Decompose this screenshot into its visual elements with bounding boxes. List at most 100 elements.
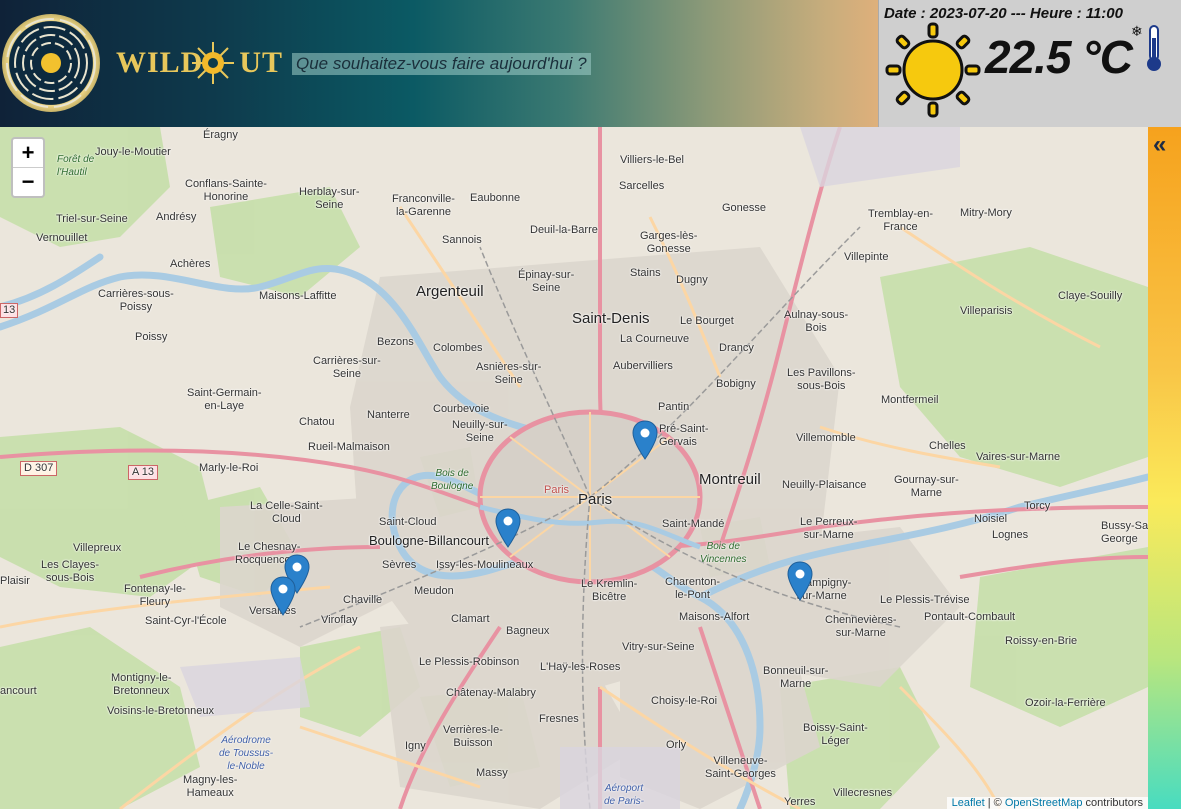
place-label: Paris — [544, 484, 570, 496]
place-label: Aéroport de Paris- — [604, 783, 645, 807]
place-label: Le Plessis-Trévise — [880, 594, 970, 606]
place-label: Bois de Boulogne — [431, 468, 474, 492]
place-label: Viroflay — [321, 614, 358, 626]
place-label: Le Kremlin- Bicêtre — [581, 578, 638, 603]
place-label: Jouy-le-Moutier — [95, 146, 171, 158]
place-label: Montigny-le- Bretonneux — [111, 672, 172, 697]
collapse-panel-icon[interactable]: « — [1153, 131, 1166, 159]
place-label: Gournay-sur- Marne — [894, 474, 959, 499]
place-label: Sèvres — [382, 559, 417, 571]
place-label: Gonesse — [722, 202, 767, 214]
place-label: Yerres — [784, 796, 816, 808]
place-label: Forêt de l'Hautil — [57, 154, 95, 178]
place-label: Éragny — [203, 129, 238, 141]
place-label: Paris — [578, 491, 613, 508]
place-label: Saint-Cyr-l'École — [145, 615, 227, 627]
place-label: Clamart — [451, 613, 490, 625]
map-marker[interactable] — [632, 420, 658, 460]
place-label: Villeparisis — [960, 305, 1013, 317]
place-label: La Celle-Saint- Cloud — [250, 500, 323, 525]
place-label: Courbevoie — [433, 403, 490, 415]
place-label: Magny-les- Hameaux — [183, 774, 238, 799]
logo-emblem-icon — [6, 18, 96, 108]
place-label: Verrières-le- Buisson — [443, 724, 503, 749]
place-label: Triel-sur-Seine — [56, 213, 128, 225]
place-label: Fresnes — [539, 713, 579, 725]
place-label: Châtenay-Malabry — [446, 687, 536, 699]
place-label: Maisons-Alfort — [679, 611, 750, 623]
place-label: Roissy-en-Brie — [1005, 635, 1078, 647]
map-marker[interactable] — [270, 576, 296, 616]
place-label: Neuilly-sur- Seine — [452, 419, 508, 444]
brand-sun-icon — [192, 42, 234, 84]
place-label: Villiers-le-Bel — [620, 154, 684, 166]
zoom-out-button[interactable]: − — [13, 167, 43, 196]
place-label: Bezons — [377, 336, 414, 348]
place-label: Le Bourget — [680, 315, 734, 327]
place-label: Saint-Mandé — [662, 518, 725, 530]
place-label: Garges-lès- Gonesse — [640, 230, 698, 255]
road-label: D 307 — [20, 461, 58, 476]
place-label: Deuil-la-Barre — [530, 224, 598, 236]
map-marker[interactable] — [495, 508, 521, 548]
place-label: Fontenay-le- Fleury — [124, 583, 186, 608]
place-label: Torcy — [1024, 500, 1051, 512]
place-label: Villepinte — [844, 251, 889, 263]
place-label: Marly-le-Roi — [199, 462, 259, 474]
place-label: Montreuil — [699, 471, 761, 488]
place-label: Plaisir — [0, 575, 30, 587]
place-label: Montfermeil — [881, 394, 939, 406]
place-label: L'Haÿ-les-Roses — [540, 661, 621, 673]
weather-widget: Date : 2023-07-20 --- Heure : 11:00 22.5… — [878, 0, 1181, 127]
place-label: Charenton- le-Pont — [665, 576, 721, 601]
place-label: Saint-Denis — [572, 310, 650, 327]
place-label: Eaubonne — [470, 192, 521, 204]
place-label: Les Pavillons- sous-Bois — [787, 367, 856, 392]
place-label: Bonneuil-sur- Marne — [763, 665, 829, 690]
place-label: Pré-Saint- Gervais — [659, 423, 709, 448]
map-attribution: Leaflet | © OpenStreetMap contributors — [946, 797, 1148, 809]
place-label: Colombes — [433, 342, 483, 354]
place-label: Rueil-Malmaison — [308, 441, 390, 453]
place-label: Carrières-sur- Seine — [313, 355, 381, 380]
place-label: Maisons-Laffitte — [259, 290, 337, 302]
place-label: Massy — [476, 767, 508, 779]
place-label: Issy-les-Moulineaux — [436, 559, 534, 571]
map-view[interactable]: + − D 307 A 13 13 Éragny Jouy-le-Moutier… — [0, 127, 1148, 809]
place-label: Aubervilliers — [613, 360, 673, 372]
place-label: Vaires-sur-Marne — [976, 451, 1061, 463]
place-label: Aérodrome de Toussus- le-Noble — [219, 735, 274, 772]
place-label: Vitry-sur-Seine — [622, 641, 695, 653]
place-label: Épinay-sur- Seine — [518, 269, 575, 294]
place-label: Lognes — [992, 529, 1029, 541]
place-label: Dugny — [676, 274, 708, 286]
place-label: Saint-Cloud — [379, 516, 437, 528]
leaflet-link[interactable]: Leaflet — [952, 797, 985, 809]
place-label: Neuilly-Plaisance — [782, 479, 867, 491]
place-label: Claye-Souilly — [1058, 290, 1123, 302]
road-label: A 13 — [128, 465, 159, 480]
svg-text:❄: ❄ — [1131, 24, 1143, 40]
place-label: Chennevières- sur-Marne — [825, 614, 897, 639]
osm-link[interactable]: OpenStreetMap — [1005, 797, 1083, 809]
logo[interactable] — [2, 14, 100, 112]
place-label: ancourt — [0, 685, 37, 697]
place-label: Pantin — [658, 401, 690, 413]
place-label: Herblay-sur- Seine — [299, 186, 360, 211]
map-marker[interactable] — [787, 561, 813, 601]
place-label: Drancy — [719, 342, 754, 354]
place-label: Le Plessis-Robinson — [419, 656, 520, 668]
tagline: Que souhaitez-vous faire aujourd'hui ? — [292, 53, 591, 75]
place-label: Carrières-sous- Poissy — [98, 288, 174, 313]
place-label: Aulnay-sous- Bois — [784, 309, 849, 334]
place-label: Ozoir-la-Ferrière — [1025, 697, 1106, 709]
place-label: Achères — [170, 258, 211, 270]
place-label: Voisins-le-Bretonneux — [107, 705, 215, 717]
zoom-control: + − — [11, 137, 45, 198]
place-label: Pontault-Combault — [924, 611, 1016, 623]
place-label: Sarcelles — [619, 180, 665, 192]
side-panel: « — [1148, 127, 1181, 809]
zoom-in-button[interactable]: + — [13, 139, 43, 167]
place-label: Noisiel — [974, 513, 1008, 525]
place-label: Villepreux — [73, 542, 122, 554]
